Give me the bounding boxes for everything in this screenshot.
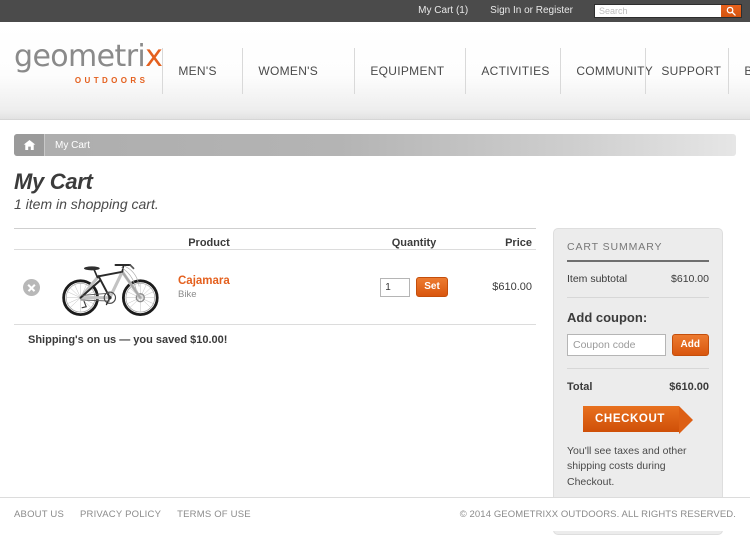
- add-coupon-button[interactable]: Add: [671, 334, 709, 357]
- footer-link-about-us[interactable]: ABOUT US: [14, 509, 64, 520]
- breadcrumb-home-button[interactable]: [14, 134, 44, 156]
- product-type: Bike: [178, 288, 197, 300]
- nav-item-support[interactable]: SUPPORT: [645, 48, 728, 94]
- coupon-row: Add: [567, 334, 709, 368]
- cart-summary-panel: CART SUMMARY Item subtotal $610.00 Add c…: [553, 228, 723, 535]
- cart-summary-title: CART SUMMARY: [567, 241, 709, 263]
- cart-summary-column: CART SUMMARY Item subtotal $610.00 Add c…: [553, 228, 723, 535]
- main-content: Product Quantity Price Cajamara Bike 1 S…: [0, 212, 750, 535]
- total-row: Total $610.00: [567, 369, 709, 403]
- quantity-cell: Set: [364, 277, 464, 298]
- nav-item-community[interactable]: COMMUNITY: [560, 48, 653, 94]
- product-thumbnail[interactable]: [48, 256, 174, 318]
- nav-item-womens[interactable]: WOMEN'S: [242, 48, 354, 94]
- breadcrumb-container: My Cart: [0, 120, 750, 156]
- home-icon: [23, 139, 35, 151]
- brand-logo[interactable]: geometrix OUTDOORS: [0, 22, 163, 86]
- table-row: Cajamara Bike Set $610.00: [14, 250, 536, 326]
- column-header-price: Price: [505, 237, 532, 250]
- top-utility-bar: My Cart (1) Sign In or Register: [0, 0, 750, 22]
- coupon-code-input[interactable]: [567, 334, 666, 357]
- subtotal-label: Item subtotal: [567, 273, 628, 286]
- search-button[interactable]: [721, 5, 741, 17]
- my-cart-link[interactable]: My Cart (1): [407, 0, 479, 22]
- search-input[interactable]: [595, 5, 721, 17]
- close-circle-icon[interactable]: [22, 278, 40, 296]
- checkout-button[interactable]: CHECKOUT: [583, 406, 693, 435]
- set-quantity-button[interactable]: Set: [416, 277, 448, 298]
- brand-x-mark: x: [145, 39, 163, 74]
- cart-table-column: Product Quantity Price Cajamara Bike 1 S…: [14, 228, 536, 346]
- footer-link-terms-of-use[interactable]: TERMS OF USE: [177, 509, 251, 520]
- coupon-label: Add coupon:: [567, 310, 648, 326]
- product-info: Cajamara Bike: [174, 275, 364, 300]
- nav-item-mens[interactable]: MEN'S: [162, 48, 242, 94]
- total-value: $610.00: [669, 381, 709, 394]
- magnifier-icon: [726, 6, 736, 16]
- copyright-text: © 2014 GEOMETRIXX OUTDOORS. ALL RIGHTS R…: [459, 509, 736, 520]
- subtotal-value: $610.00: [671, 273, 709, 286]
- shipping-note: Shipping's on us — you saved $10.00!: [28, 334, 228, 347]
- footer-links: ABOUT US PRIVACY POLICY TERMS OF USE: [14, 509, 251, 520]
- column-header-product: Product: [188, 237, 230, 250]
- column-header-quantity: Quantity: [391, 237, 437, 250]
- brand-tagline: OUTDOORS: [74, 76, 149, 85]
- page-title: My Cart: [14, 169, 93, 194]
- nav-item-brand[interactable]: BRAND: [728, 48, 750, 94]
- search-box: [594, 4, 742, 18]
- site-footer: ABOUT US PRIVACY POLICY TERMS OF USE © 2…: [0, 497, 750, 531]
- page-title-block: My Cart 1 item in shopping cart.: [0, 156, 750, 212]
- brand-name: geometrix: [14, 39, 163, 74]
- nav-item-activities[interactable]: ACTIVITIES: [465, 48, 560, 94]
- product-name-link[interactable]: Cajamara: [178, 275, 364, 287]
- cart-table-header: Product Quantity Price: [14, 228, 536, 251]
- subtotal-row: Item subtotal $610.00: [567, 262, 709, 297]
- item-price: $610.00: [492, 281, 532, 294]
- bicycle-image: [62, 264, 159, 317]
- footer-link-privacy-policy[interactable]: PRIVACY POLICY: [80, 509, 161, 520]
- quantity-input[interactable]: [380, 277, 411, 297]
- page-subtitle: 1 item in shopping cart.: [14, 196, 159, 213]
- total-label: Total: [567, 381, 593, 394]
- breadcrumb-current[interactable]: My Cart: [45, 140, 90, 151]
- brand-name-text: geometri: [14, 39, 146, 74]
- main-navigation: MEN'S WOMEN'S EQUIPMENT ACTIVITIES COMMU…: [162, 22, 750, 120]
- site-header: geometrix OUTDOORS MEN'S WOMEN'S EQUIPME…: [0, 22, 750, 120]
- sign-in-register-link[interactable]: Sign In or Register: [479, 0, 584, 22]
- checkout-note: You'll see taxes and other shipping cost…: [567, 445, 687, 488]
- breadcrumb: My Cart: [14, 134, 736, 156]
- checkout-button-wrap: CHECKOUT: [567, 403, 709, 444]
- remove-cell: [14, 278, 48, 296]
- nav-item-equipment[interactable]: EQUIPMENT: [354, 48, 465, 94]
